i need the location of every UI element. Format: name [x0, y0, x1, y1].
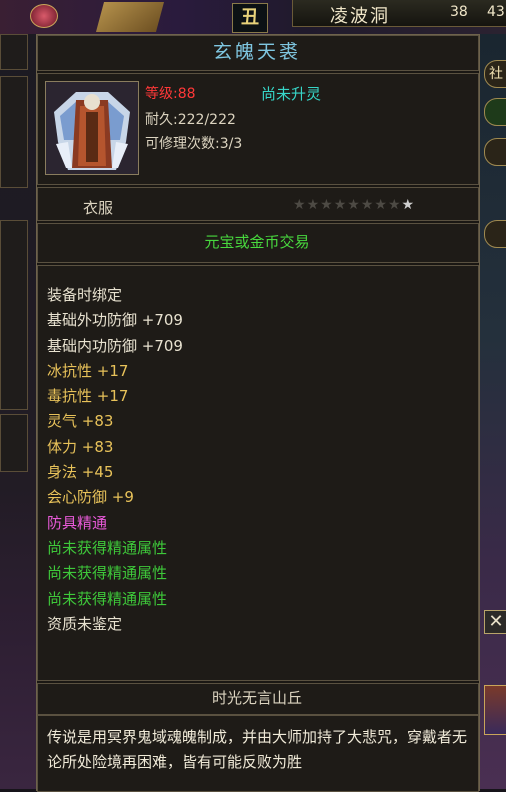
stat-line: 会心防御 +9: [47, 488, 134, 507]
side-action-button[interactable]: [484, 138, 506, 166]
guild-button[interactable]: 社: [484, 60, 506, 88]
stat-line: 尚未获得精通属性: [47, 564, 168, 583]
map-name: 凌波洞: [330, 6, 390, 27]
stat-line: 毒抗性 +17: [47, 387, 129, 406]
left-panel-slot[interactable]: [0, 414, 28, 472]
item-type: 衣服: [83, 199, 114, 217]
stat-line: 基础外功防御 +709: [47, 311, 183, 330]
player-emblem-icon[interactable]: [30, 4, 58, 28]
item-level: 等级:88: [145, 83, 196, 103]
repair-label: 可修理次数:: [145, 136, 220, 152]
left-panel-slot[interactable]: [0, 76, 28, 188]
durability: 耐久:222/222: [145, 109, 236, 129]
star-icon: ★: [333, 197, 348, 213]
star-icon: ★: [347, 197, 361, 213]
item-title: 玄魄天裘: [212, 41, 301, 63]
star-icon: ★: [320, 197, 334, 213]
repair-count: 可修理次数:3/3: [145, 133, 242, 153]
star-icon: ★: [360, 197, 375, 213]
stat-line: 灵气 +83: [47, 412, 114, 431]
stat-line: 冰抗性 +17: [47, 361, 129, 380]
time-glyph-icon: 丑: [232, 3, 268, 33]
side-action-button[interactable]: [484, 98, 506, 126]
level-label: 等级: [145, 86, 173, 102]
close-icon[interactable]: ✕: [484, 610, 506, 634]
trade-info: 元宝或金币交易: [204, 233, 310, 251]
stat-line: 资质未鉴定: [47, 614, 123, 633]
stat-line: 装备时绑定: [47, 286, 123, 304]
durability-value: 222/222: [177, 112, 236, 128]
coord-y: 43: [487, 4, 505, 20]
gold-ornament: [95, 2, 165, 32]
left-panel-slot[interactable]: [0, 34, 28, 70]
durability-label: 耐久:: [145, 112, 178, 128]
star-icon: ★: [401, 197, 416, 213]
stat-list: 装备时绑定基础外功防御 +709 基础内功防御 +709 冰抗性 +17 毒抗性 +1…: [47, 283, 183, 637]
party-portrait[interactable]: [484, 685, 506, 735]
stat-line: 身法 +45: [47, 463, 114, 482]
item-tooltip: 玄魄天裘 等级:88 尚未升灵 耐久:222/222 可修理次数:3/3 衣服 …: [36, 34, 480, 792]
fur-robe-icon: [46, 82, 138, 174]
coord-x: 38: [450, 4, 468, 20]
minimap-header: [292, 0, 506, 27]
stat-line: 基础内功防御 +709: [47, 336, 183, 355]
stat-line: 尚未获得精通属性: [47, 538, 168, 557]
level-value: :88: [173, 86, 196, 102]
side-action-button[interactable]: [484, 220, 506, 248]
stat-line: 尚未获得精通属性: [47, 589, 168, 608]
stat-line: 体力 +83: [47, 437, 114, 456]
left-panel-slot[interactable]: [0, 220, 28, 410]
star-icon: ★: [306, 197, 321, 213]
item-icon: [45, 81, 139, 175]
lore-text: 传说是用冥界鬼域魂魄制成，并由大师加持了大悲咒，穿戴者无论所处险境再困难，皆有可…: [47, 728, 468, 771]
repair-value: 3/3: [219, 136, 243, 152]
spirit-status: 尚未升灵: [261, 85, 322, 103]
star-rating: ★★★★★★★★★: [293, 197, 415, 213]
star-icon: ★: [293, 197, 307, 213]
star-icon: ★: [387, 197, 402, 213]
star-icon: ★: [374, 197, 388, 213]
stat-line: 防具精通: [47, 513, 108, 532]
set-name: 时光无言山丘: [211, 689, 302, 707]
